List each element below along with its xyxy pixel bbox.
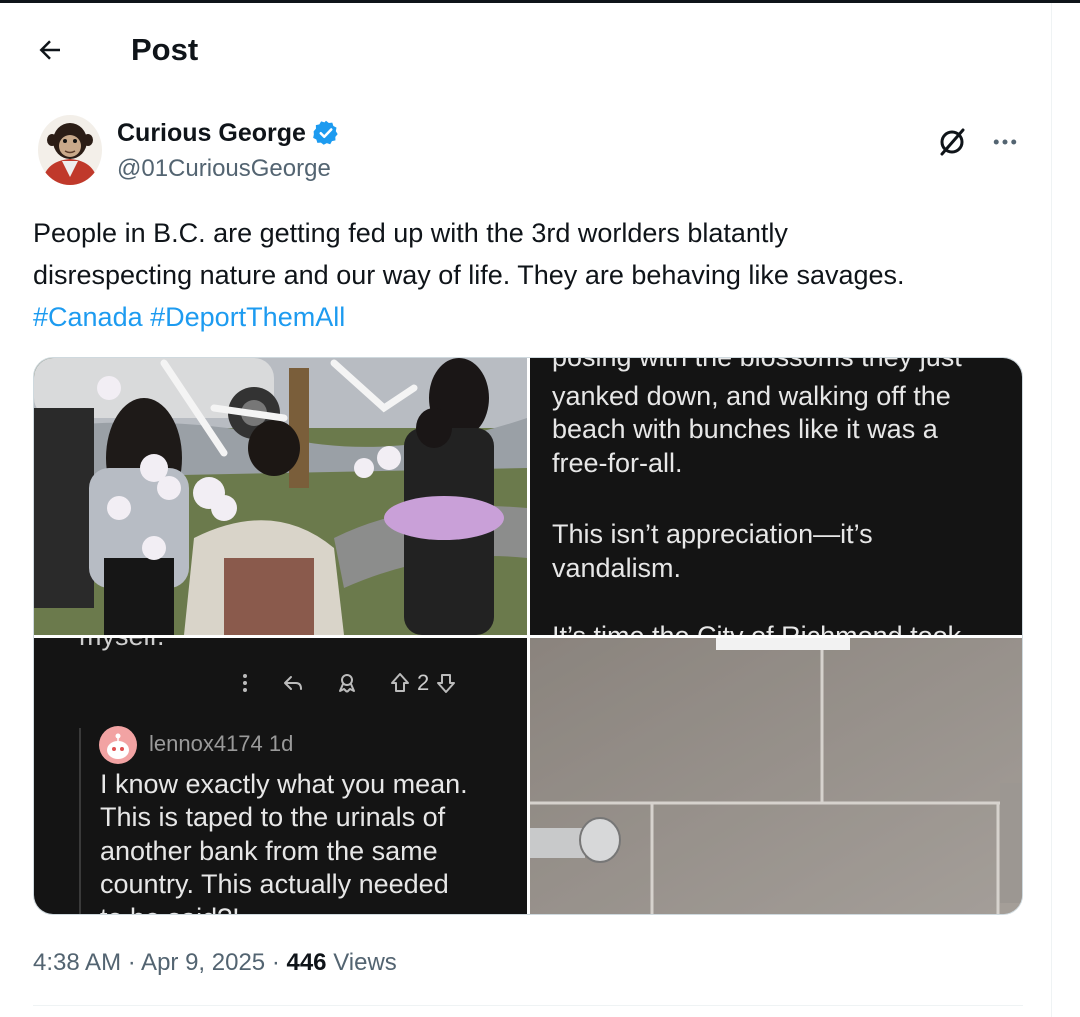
- author-avatar[interactable]: [38, 115, 102, 185]
- screenshot-text-line: free-for-all.: [552, 448, 683, 478]
- reply-age: 1d: [268, 731, 294, 756]
- screenshot-text-line: myself.: [79, 638, 165, 653]
- more-options-button[interactable]: [985, 122, 1025, 162]
- reply-text-line: another bank from the same: [100, 836, 438, 866]
- vote-group: 2: [389, 670, 457, 696]
- screenshot-text-line: yanked down, and walking off the: [552, 381, 951, 411]
- screenshot-text-line: posing with the blossoms they just: [552, 358, 962, 374]
- grok-icon: [940, 128, 965, 156]
- hashtag-row: #Canada #DeportThemAll: [33, 296, 1023, 338]
- media-grid: posing with the blossoms they just yanke…: [33, 357, 1023, 915]
- column-divider: [1051, 3, 1052, 1017]
- post-timestamp[interactable]: 4:38 AM · Apr 9, 2025: [33, 949, 265, 976]
- media-photo-blossoms[interactable]: [34, 358, 527, 635]
- page-header: Post: [0, 20, 1051, 78]
- author-name-row: Curious George: [117, 117, 340, 149]
- hashtag-link[interactable]: #Canada: [33, 302, 143, 332]
- media-comment-screenshot[interactable]: myself. 2 lennox4174 1d I know exactly w…: [34, 638, 527, 914]
- award-icon: [339, 674, 355, 693]
- reply-meta: lennox4174 1d: [149, 731, 293, 757]
- back-button[interactable]: [30, 30, 70, 70]
- author-name[interactable]: Curious George: [117, 117, 306, 149]
- views-count: 446: [286, 949, 327, 976]
- author-handle[interactable]: @01CuriousGeorge: [117, 153, 331, 185]
- upvote-icon: [391, 673, 409, 692]
- hashtag-link[interactable]: #DeportThemAll: [150, 302, 345, 332]
- post-text-line: disrespecting nature and our way of life…: [33, 260, 905, 290]
- arrow-left-icon: [39, 40, 60, 60]
- screenshot-text-line: It’s time the City of Richmond took: [552, 620, 961, 635]
- media-photo-wall[interactable]: [530, 638, 1022, 914]
- screenshot-text-line: beach with bunches like it was a: [552, 414, 938, 444]
- post-meta: 4:38 AM · Apr 9, 2025 · 446 Views: [33, 945, 397, 981]
- downvote-icon: [437, 674, 456, 693]
- meta-separator: ·: [265, 949, 287, 976]
- views-label: Views: [326, 949, 397, 976]
- reply-text-line: This is taped to the urinals of: [100, 802, 446, 832]
- post-text-line: People in B.C. are getting fed up with t…: [33, 218, 788, 248]
- reply-icon: [284, 676, 302, 690]
- reply-text-line: country. This actually needed: [100, 869, 449, 899]
- reply-username: lennox4174: [149, 731, 263, 756]
- vote-count: 2: [417, 670, 430, 695]
- section-divider: [33, 1005, 1023, 1006]
- reply-text-line: I know exactly what you mean.: [100, 769, 468, 799]
- more-horizontal-icon: [993, 139, 1017, 145]
- media-screenshot-text[interactable]: posing with the blossoms they just yanke…: [530, 358, 1022, 635]
- thread-line: [79, 728, 81, 914]
- more-vertical-icon: [243, 674, 247, 692]
- verified-badge-icon[interactable]: [312, 119, 340, 147]
- post-text: People in B.C. are getting fed up with t…: [33, 212, 1023, 338]
- comment-actions: 2: [239, 670, 457, 696]
- top-border: [0, 0, 1080, 3]
- page-title: Post: [131, 32, 199, 67]
- screenshot-text-line: This isn’t appreciation—it’s: [552, 519, 873, 549]
- screenshot-text-line: vandalism.: [552, 553, 682, 583]
- grok-button[interactable]: [932, 122, 972, 162]
- reply-user-avatar: [99, 726, 137, 764]
- reply-text-line: to be said?!: [100, 902, 240, 914]
